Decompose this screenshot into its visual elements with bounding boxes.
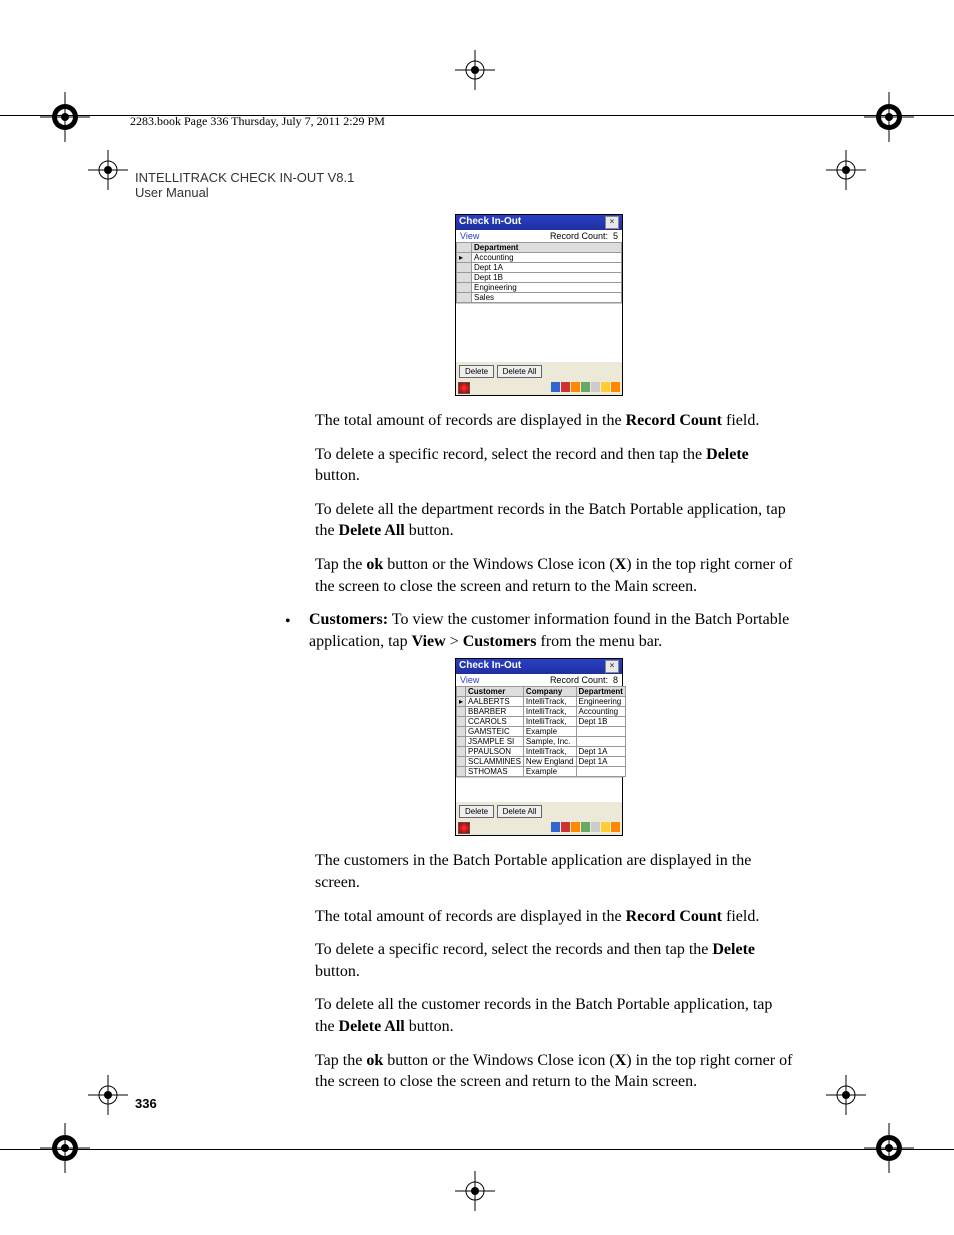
- window-title: Check In-Out: [459, 216, 521, 229]
- col-department: Department: [576, 687, 625, 697]
- table-cell[interactable]: STHOMAS: [466, 767, 524, 777]
- table-cell[interactable]: Example: [523, 767, 576, 777]
- body-paragraph: The total amount of records are displaye…: [315, 906, 795, 928]
- table-cell[interactable]: Dept 1B: [472, 273, 622, 283]
- customers-table: CustomerCompanyDepartment ▸AALBERTSIntel…: [456, 686, 626, 777]
- body-paragraph: The customers in the Batch Portable appl…: [315, 850, 795, 893]
- table-cell[interactable]: IntelliTrack,: [523, 697, 576, 707]
- page-number: 336: [135, 1096, 157, 1111]
- menu-view[interactable]: View: [460, 675, 479, 685]
- body-paragraph: To delete all the customer records in th…: [315, 994, 795, 1037]
- delete-all-button[interactable]: Delete All: [497, 365, 543, 378]
- registration-mark-icon: [40, 1123, 90, 1173]
- table-cell[interactable]: Sales: [472, 293, 622, 303]
- table-cell[interactable]: BBARBER: [466, 707, 524, 717]
- start-icon[interactable]: [458, 822, 470, 834]
- body-paragraph: Tap the ok button or the Windows Close i…: [315, 554, 795, 597]
- delete-all-button[interactable]: Delete All: [497, 805, 543, 818]
- registration-mark-icon: [864, 92, 914, 142]
- table-cell[interactable]: PPAULSON: [466, 747, 524, 757]
- system-tray: [551, 822, 620, 834]
- registration-mark-icon: [40, 92, 90, 142]
- record-count: Record Count: 5: [550, 231, 618, 241]
- window-title: Check In-Out: [459, 660, 521, 673]
- bullet-item: • Customers: To view the customer inform…: [285, 609, 795, 652]
- row-selector[interactable]: [457, 717, 466, 727]
- department-table: Department ▸Accounting Dept 1A Dept 1B E…: [456, 242, 622, 303]
- body-paragraph: To delete all the department records in …: [315, 499, 795, 542]
- table-cell[interactable]: IntelliTrack,: [523, 707, 576, 717]
- table-cell[interactable]: Engineering: [472, 283, 622, 293]
- table-cell[interactable]: Dept 1B: [576, 717, 625, 727]
- system-tray: [551, 382, 620, 394]
- table-cell[interactable]: [576, 727, 625, 737]
- row-selector[interactable]: [457, 757, 466, 767]
- table-cell[interactable]: Dept 1A: [472, 263, 622, 273]
- table-cell[interactable]: Engineering: [576, 697, 625, 707]
- bullet-icon: •: [285, 609, 309, 633]
- body-paragraph: Tap the ok button or the Windows Close i…: [315, 1050, 795, 1093]
- row-selector[interactable]: ▸: [457, 253, 472, 263]
- doc-title: INTELLITRACK CHECK IN-OUT V8.1: [135, 170, 795, 185]
- row-selector[interactable]: [457, 737, 466, 747]
- frame-line: [0, 1149, 954, 1150]
- row-selector[interactable]: ▸: [457, 697, 466, 707]
- row-selector[interactable]: [457, 727, 466, 737]
- close-icon[interactable]: ×: [605, 216, 619, 229]
- table-cell[interactable]: Dept 1A: [576, 757, 625, 767]
- registration-mark-icon: [826, 1075, 866, 1115]
- row-selector[interactable]: [457, 767, 466, 777]
- body-paragraph: To delete a specific record, select the …: [315, 444, 795, 487]
- record-count: Record Count: 8: [550, 675, 618, 685]
- table-cell[interactable]: Accounting: [576, 707, 625, 717]
- registration-mark-icon: [455, 50, 495, 90]
- registration-mark-icon: [864, 1123, 914, 1173]
- doc-subtitle: User Manual: [135, 185, 795, 200]
- row-selector[interactable]: [457, 293, 472, 303]
- body-paragraph: To delete a specific record, select the …: [315, 939, 795, 982]
- table-cell[interactable]: GAMSTEIC: [466, 727, 524, 737]
- menu-view[interactable]: View: [460, 231, 479, 241]
- col-department: Department: [472, 243, 622, 253]
- col-customer: Customer: [466, 687, 524, 697]
- table-cell[interactable]: [576, 767, 625, 777]
- page-header: 2283.book Page 336 Thursday, July 7, 201…: [130, 114, 824, 131]
- col-company: Company: [523, 687, 576, 697]
- row-selector[interactable]: [457, 747, 466, 757]
- row-selector[interactable]: [457, 707, 466, 717]
- table-cell[interactable]: SCLAMMINES: [466, 757, 524, 767]
- registration-mark-icon: [88, 150, 128, 190]
- table-cell[interactable]: IntelliTrack,: [523, 717, 576, 727]
- registration-mark-icon: [455, 1171, 495, 1211]
- table-cell[interactable]: IntelliTrack,: [523, 747, 576, 757]
- table-cell[interactable]: Accounting: [472, 253, 622, 263]
- registration-mark-icon: [826, 150, 866, 190]
- table-cell[interactable]: [576, 737, 625, 747]
- body-paragraph: The total amount of records are displaye…: [315, 410, 795, 432]
- table-cell[interactable]: New England: [523, 757, 576, 767]
- table-cell[interactable]: CCAROLS: [466, 717, 524, 727]
- registration-mark-icon: [88, 1075, 128, 1115]
- delete-button[interactable]: Delete: [459, 805, 494, 818]
- table-cell[interactable]: Dept 1A: [576, 747, 625, 757]
- table-cell[interactable]: Sample, Inc.: [523, 737, 576, 747]
- start-icon[interactable]: [458, 382, 470, 394]
- screenshot-customers: Check In-Out × View Record Count: 8 Cust…: [455, 658, 623, 836]
- screenshot-department: Check In-Out × View Record Count: 5 Depa…: [455, 214, 623, 396]
- close-icon[interactable]: ×: [605, 660, 619, 673]
- table-cell[interactable]: Example: [523, 727, 576, 737]
- row-selector[interactable]: [457, 283, 472, 293]
- table-cell[interactable]: JSAMPLE SI: [466, 737, 524, 747]
- row-selector[interactable]: [457, 263, 472, 273]
- table-cell[interactable]: AALBERTS: [466, 697, 524, 707]
- row-selector[interactable]: [457, 273, 472, 283]
- delete-button[interactable]: Delete: [459, 365, 494, 378]
